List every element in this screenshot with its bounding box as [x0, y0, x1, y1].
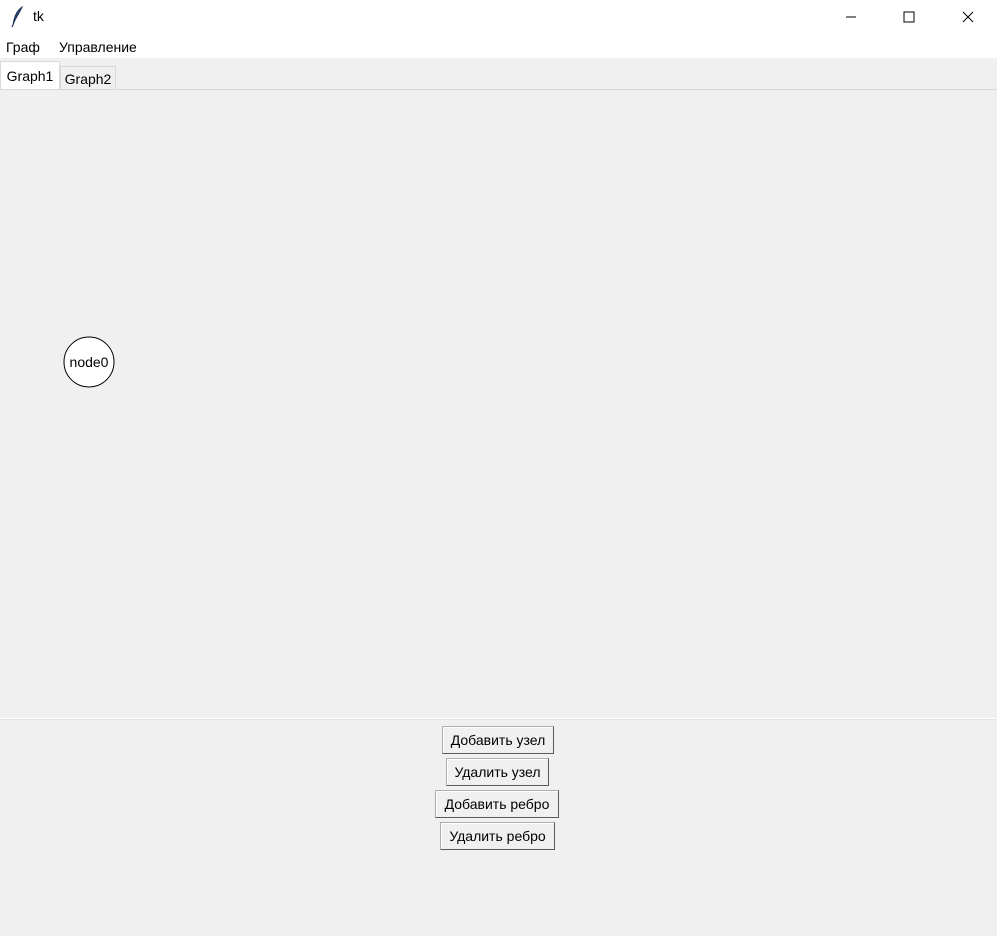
- close-button[interactable]: [939, 0, 997, 34]
- add-node-button[interactable]: Добавить узел: [442, 726, 554, 754]
- title-bar: tk: [0, 0, 997, 34]
- add-edge-button[interactable]: Добавить ребро: [435, 790, 559, 818]
- minimize-icon: [845, 11, 857, 23]
- menu-bar: Граф Управление: [0, 38, 997, 58]
- tab-graph2[interactable]: Graph2: [60, 66, 116, 90]
- maximize-button[interactable]: [880, 0, 938, 34]
- tk-feather-icon: [9, 5, 27, 28]
- minimize-button[interactable]: [822, 0, 880, 34]
- canvas-divider-shadow: [0, 719, 997, 720]
- node-label: node0: [70, 354, 109, 370]
- remove-edge-button[interactable]: Удалить ребро: [440, 822, 555, 850]
- tab-graph1[interactable]: Graph1: [0, 61, 60, 90]
- graph-node[interactable]: node0: [60, 334, 120, 392]
- menu-control[interactable]: Управление: [57, 39, 139, 55]
- close-icon: [962, 11, 974, 23]
- window-title: tk: [33, 8, 44, 24]
- maximize-icon: [903, 11, 915, 23]
- remove-node-button[interactable]: Удалить узел: [446, 758, 549, 786]
- menu-graph[interactable]: Граф: [4, 39, 42, 55]
- graph-canvas[interactable]: [0, 90, 997, 718]
